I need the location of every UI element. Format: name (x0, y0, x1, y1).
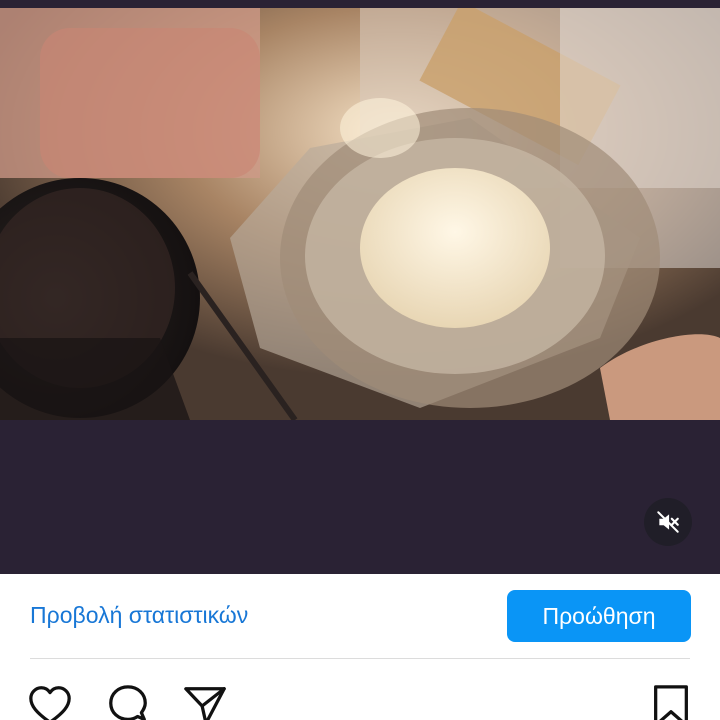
video-frame[interactable] (0, 8, 720, 420)
video-player[interactable] (0, 0, 720, 574)
view-insights-link[interactable]: Προβολή στατιστικών (30, 602, 248, 629)
speaker-muted-icon (657, 511, 679, 533)
video-still-image (0, 8, 720, 420)
comment-bubble-icon (109, 685, 147, 720)
post-action-bar (0, 659, 720, 720)
comment-button[interactable] (105, 683, 151, 720)
post-page: Προβολή στατιστικών Προώθηση (0, 0, 720, 720)
bookmark-icon (654, 685, 688, 720)
heart-icon (29, 686, 71, 720)
save-button[interactable] (648, 683, 694, 720)
insights-row: Προβολή στατιστικών Προώθηση (0, 574, 720, 658)
share-button[interactable] (182, 683, 228, 720)
paper-plane-icon (184, 687, 226, 720)
promote-button[interactable]: Προώθηση (507, 590, 691, 642)
mute-toggle-button[interactable] (644, 498, 692, 546)
like-button[interactable] (27, 683, 73, 720)
